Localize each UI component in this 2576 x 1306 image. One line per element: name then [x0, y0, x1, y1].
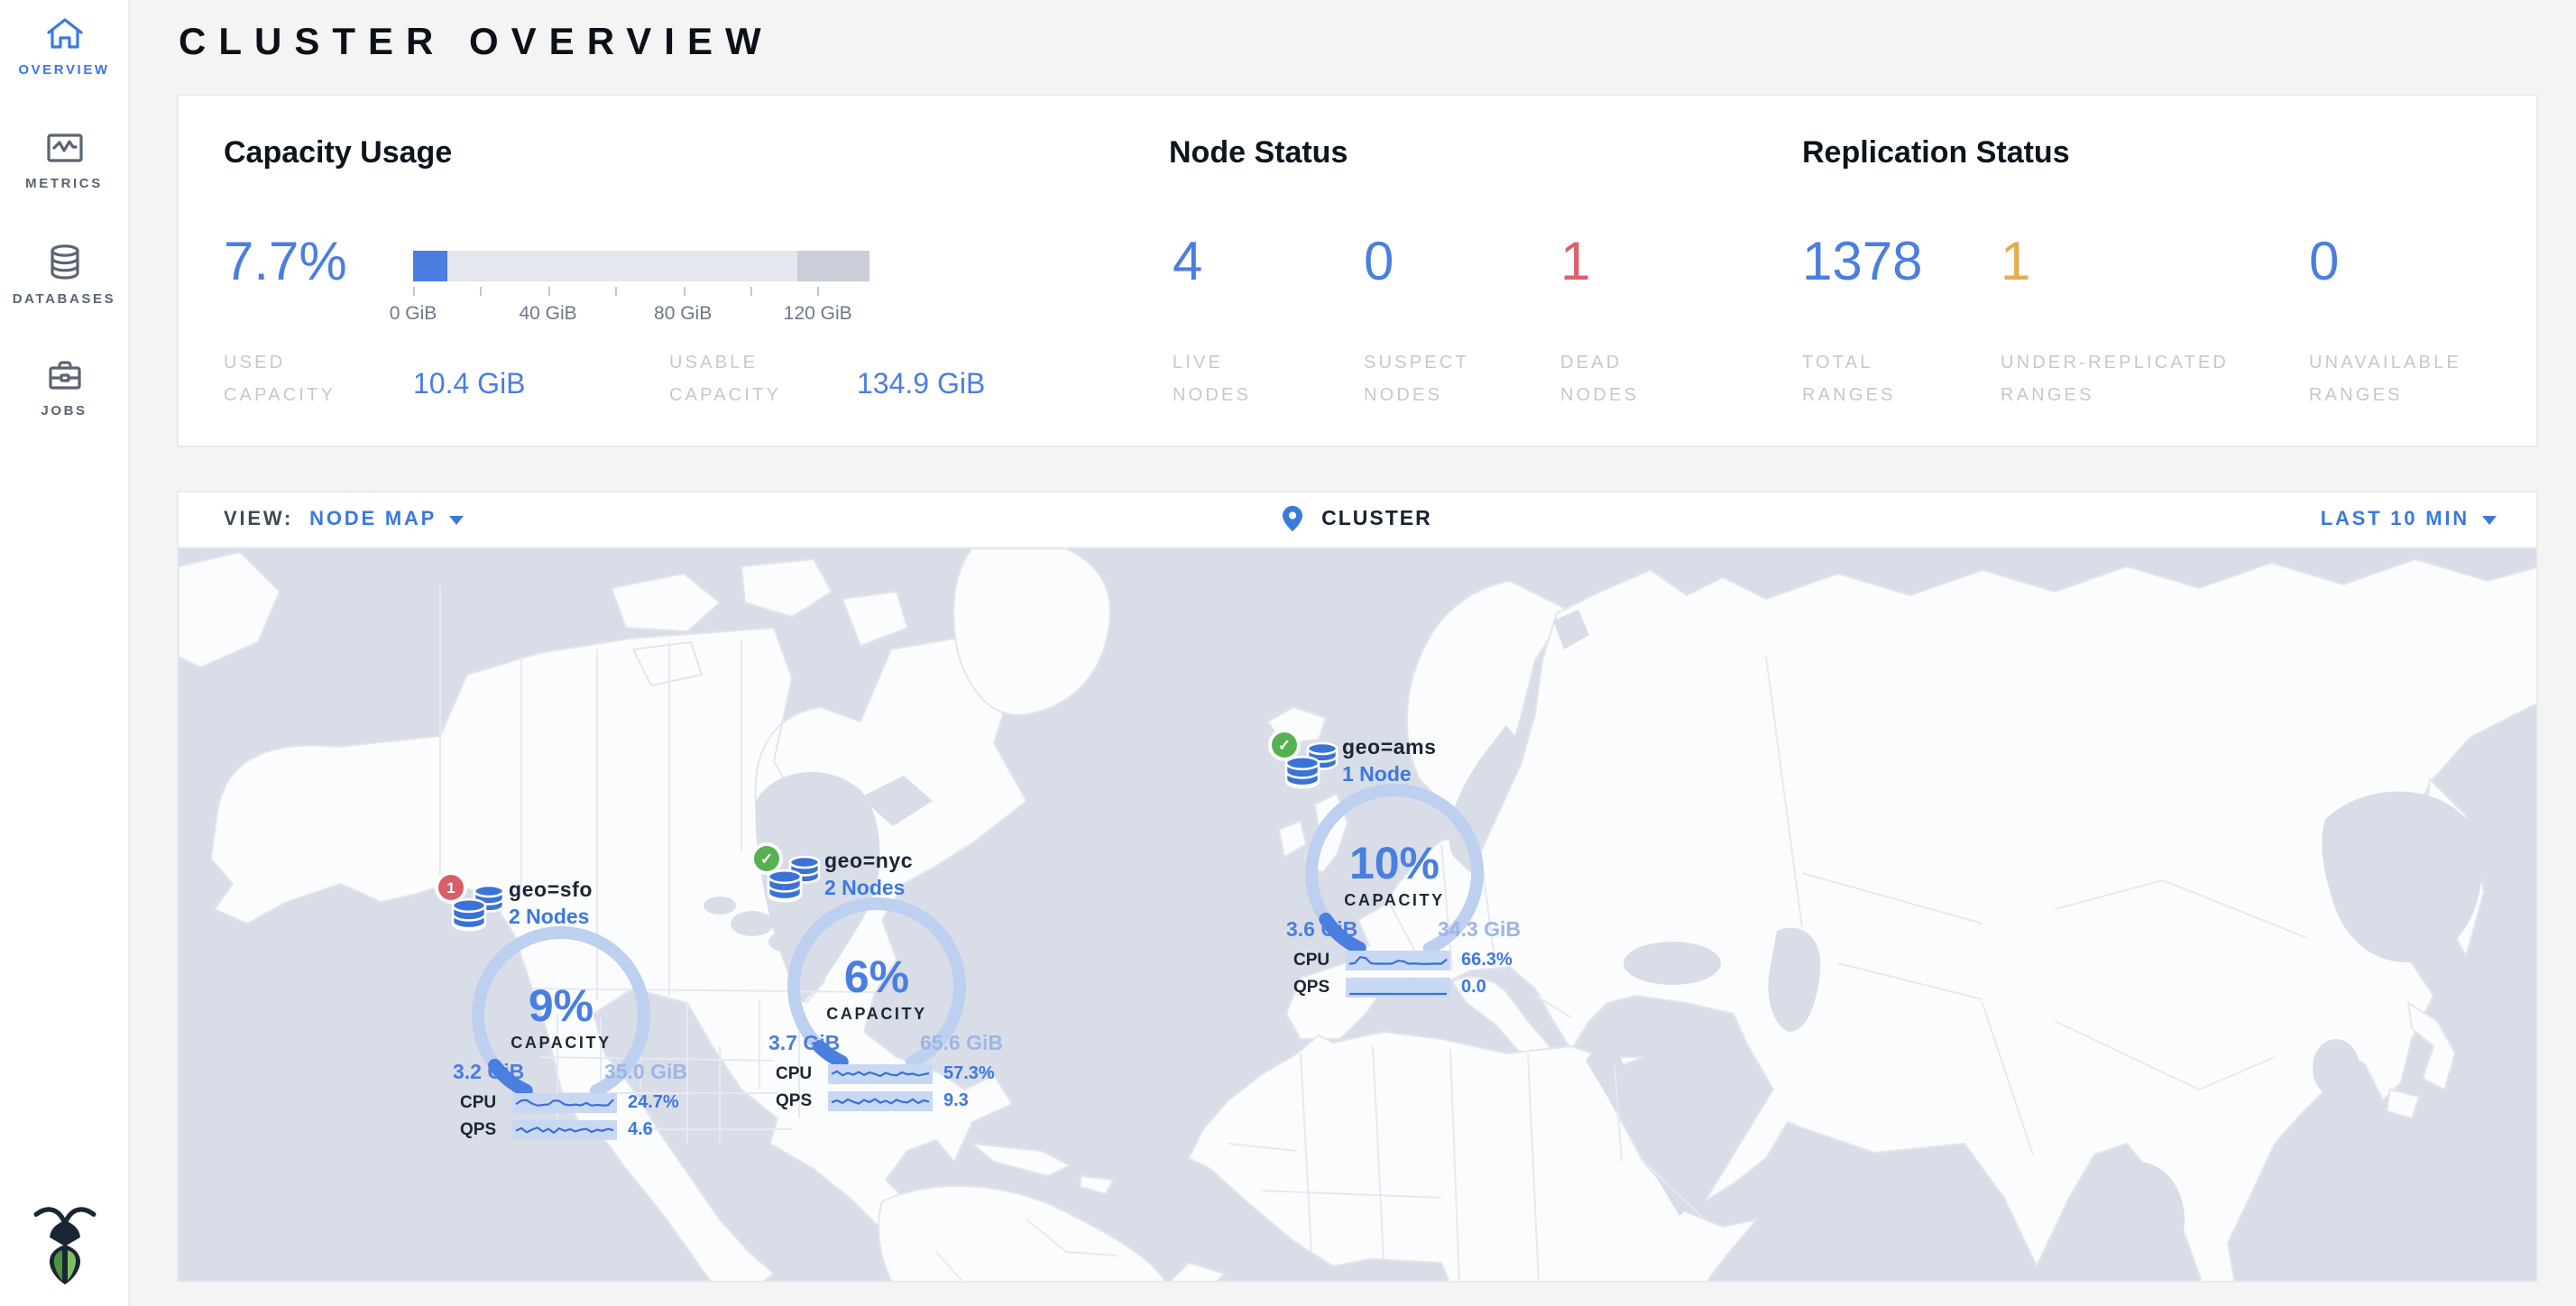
cpu-sparkline: [1346, 950, 1450, 970]
capacity-gauge-percent: 10%: [1290, 839, 1499, 891]
unavailable-ranges-count: 0: [2309, 233, 2339, 294]
qps-sparkline: [512, 1119, 617, 1139]
under-replicated-ranges-count: 1: [2001, 233, 2030, 294]
cpu-value: 66.3%: [1461, 950, 1513, 970]
capacity-gauge-percent: 6%: [772, 952, 981, 1005]
page-title: CLUSTER OVERVIEW: [179, 22, 774, 65]
node-locality-marker: ✓ geo=nyc 2 Nodes 6% CAPACITY 3.7 GiB 65…: [754, 846, 1025, 1135]
capacity-total-value: 34.3 GiB: [1402, 920, 1521, 942]
usable-capacity-label: USABLE CAPACITY: [669, 348, 781, 413]
breadcrumb-cluster[interactable]: CLUSTER: [1321, 509, 1432, 530]
qps-sparkline: [828, 1090, 933, 1110]
sidebar: OVERVIEW METRICS DATABASES JOBS: [0, 0, 130, 1306]
capacity-axis-tick-label: 0 GiB: [368, 303, 458, 325]
unavailable-ranges-label: UNAVAILABLE RANGES: [2309, 348, 2461, 413]
locality-name: geo=nyc: [824, 851, 913, 873]
location-pin-icon: [1283, 506, 1302, 533]
capacity-bar: [413, 251, 869, 281]
used-capacity-value: 10.4 GiB: [413, 370, 526, 402]
locality-name: geo=ams: [1342, 738, 1437, 759]
capacity-gauge-label: CAPACITY: [772, 1005, 981, 1023]
capacity-axis-tick: [683, 287, 685, 296]
capacity-axis-tick-label: 80 GiB: [638, 303, 728, 325]
node-locality-marker: ✓ geo=ams 1 Node 10% CAPACITY 3.6 GiB 34…: [1272, 732, 1542, 1021]
capacity-used-percent: 7.7%: [224, 233, 347, 294]
capacity-used-value: 3.2 GiB: [453, 1062, 524, 1084]
qps-label: QPS: [776, 1090, 826, 1110]
qps-sparkline: [1346, 977, 1450, 997]
cpu-label: CPU: [460, 1092, 511, 1112]
database-icon: [44, 244, 84, 281]
suspect-nodes-count: 0: [1364, 233, 1394, 294]
dead-nodes-label: DEAD NODES: [1560, 348, 1639, 413]
capacity-axis-tick-label: 40 GiB: [503, 303, 593, 325]
qps-value: 0.0: [1461, 977, 1486, 997]
capacity-axis-tick: [615, 287, 617, 296]
usable-capacity-value: 134.9 GiB: [857, 370, 985, 402]
capacity-bar-nonusable-segment: [797, 251, 869, 281]
sidebar-item-databases[interactable]: DATABASES: [0, 227, 128, 341]
node-map-panel: VIEW: NODE MAP CLUSTER LAST 10 MIN: [177, 491, 2538, 1283]
sidebar-item-jobs[interactable]: JOBS: [0, 341, 128, 455]
qps-label: QPS: [1293, 977, 1344, 997]
total-ranges-count: 1378: [1802, 233, 1923, 294]
locality-name: geo=sfo: [509, 880, 593, 902]
live-nodes-label: LIVE NODES: [1173, 348, 1251, 413]
capacity-axis-tick: [818, 287, 820, 296]
home-icon: [44, 16, 84, 52]
sidebar-item-metrics[interactable]: METRICS: [0, 114, 128, 227]
qps-value: 9.3: [943, 1090, 969, 1110]
node-status-heading: Node Status: [1169, 135, 1348, 171]
metrics-graph-icon: [44, 130, 84, 166]
sidebar-item-label: JOBS: [41, 402, 87, 418]
cpu-value: 57.3%: [943, 1063, 995, 1083]
capacity-axis-tick: [481, 287, 483, 296]
suspect-nodes-label: SUSPECT NODES: [1364, 348, 1469, 413]
qps-label: QPS: [460, 1119, 511, 1139]
breadcrumb: CLUSTER: [179, 503, 2536, 536]
capacity-usage-heading: Capacity Usage: [224, 135, 452, 171]
sidebar-item-label: OVERVIEW: [18, 61, 109, 78]
capacity-axis-tick: [413, 287, 415, 296]
cpu-value: 24.7%: [628, 1092, 679, 1112]
view-toolbar: VIEW: NODE MAP CLUSTER LAST 10 MIN: [179, 492, 2536, 548]
capacity-bar-axis: 0 GiB40 GiB80 GiB120 GiB: [413, 283, 869, 337]
replication-status-heading: Replication Status: [1802, 135, 2070, 171]
sidebar-item-overview[interactable]: OVERVIEW: [0, 0, 128, 114]
capacity-total-value: 65.6 GiB: [884, 1034, 1003, 1055]
capacity-gauge-label: CAPACITY: [456, 1034, 666, 1052]
capacity-gauge-label: CAPACITY: [1290, 891, 1499, 909]
world-map[interactable]: 1 geo=sfo 2 Nodes 9% CAPACITY 3.2 GiB 35…: [179, 548, 2538, 1283]
used-capacity-label: USED CAPACITY: [224, 348, 336, 413]
briefcase-icon: [44, 357, 84, 393]
total-ranges-label: TOTAL RANGES: [1802, 348, 1896, 413]
dead-nodes-count: 1: [1560, 233, 1590, 294]
capacity-axis-tick: [548, 287, 550, 296]
capacity-total-value: 35.0 GiB: [568, 1062, 687, 1084]
cpu-sparkline: [512, 1092, 617, 1112]
sidebar-item-label: DATABASES: [13, 290, 116, 307]
under-replicated-ranges-label: UNDER-REPLICATED RANGES: [2001, 348, 2229, 413]
qps-value: 4.6: [628, 1119, 653, 1139]
cockroachdb-bug-logo[interactable]: [32, 1203, 97, 1295]
live-nodes-count: 4: [1173, 233, 1202, 294]
cpu-sparkline: [828, 1063, 933, 1083]
capacity-used-value: 3.7 GiB: [768, 1034, 840, 1055]
capacity-gauge-percent: 9%: [456, 981, 666, 1034]
cluster-summary-panel: Capacity Usage 7.7% 0 GiB 40 GiB 80 GiB 120…: [177, 94, 2538, 447]
capacity-axis-tick: [750, 287, 752, 296]
node-locality-marker: 1 geo=sfo 2 Nodes 9% CAPACITY 3.2 GiB 35…: [438, 875, 709, 1163]
sidebar-item-label: METRICS: [25, 175, 103, 191]
cpu-label: CPU: [776, 1063, 826, 1083]
capacity-axis-tick-label: 120 GiB: [773, 303, 863, 325]
cpu-label: CPU: [1293, 950, 1344, 970]
capacity-bar-used-segment: [413, 251, 448, 281]
capacity-used-value: 3.6 GiB: [1286, 920, 1357, 942]
